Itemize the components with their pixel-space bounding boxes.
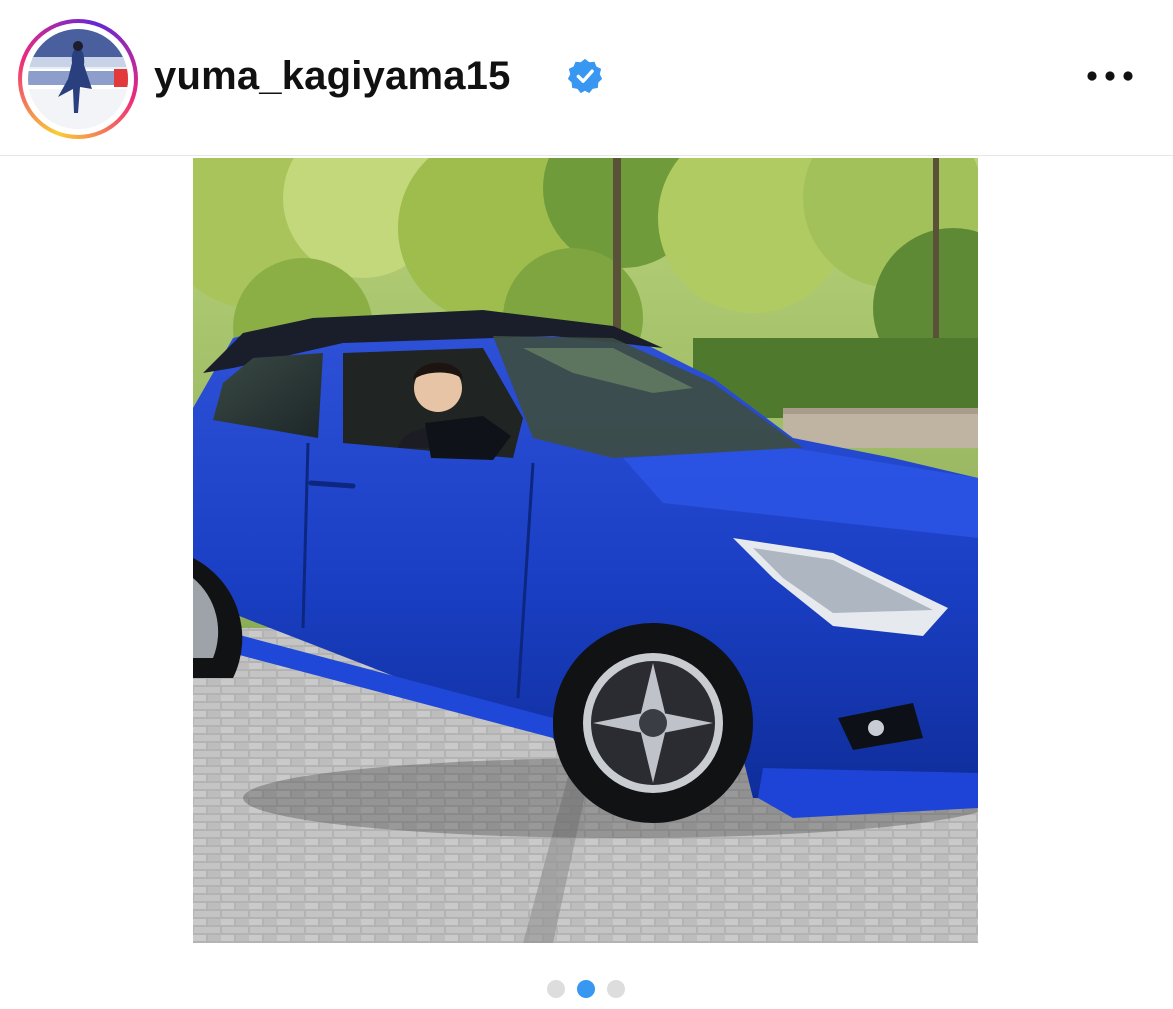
- avatar-frame: [22, 23, 134, 135]
- car-photo-image: [193, 158, 978, 943]
- avatar[interactable]: [28, 29, 128, 129]
- story-ring[interactable]: [18, 19, 138, 139]
- post-photo[interactable]: [193, 158, 978, 943]
- carousel-dot-active[interactable]: [577, 980, 595, 998]
- carousel-dot[interactable]: [607, 980, 625, 998]
- username[interactable]: yuma_kagiyama15: [154, 51, 511, 101]
- avatar-image: [28, 29, 128, 129]
- post-header: yuma_kagiyama15: [0, 0, 1173, 156]
- carousel-indicator: [0, 978, 1173, 1000]
- carousel-dot[interactable]: [547, 980, 565, 998]
- verified-badge-icon: [567, 58, 603, 94]
- more-options-icon[interactable]: [1080, 58, 1140, 94]
